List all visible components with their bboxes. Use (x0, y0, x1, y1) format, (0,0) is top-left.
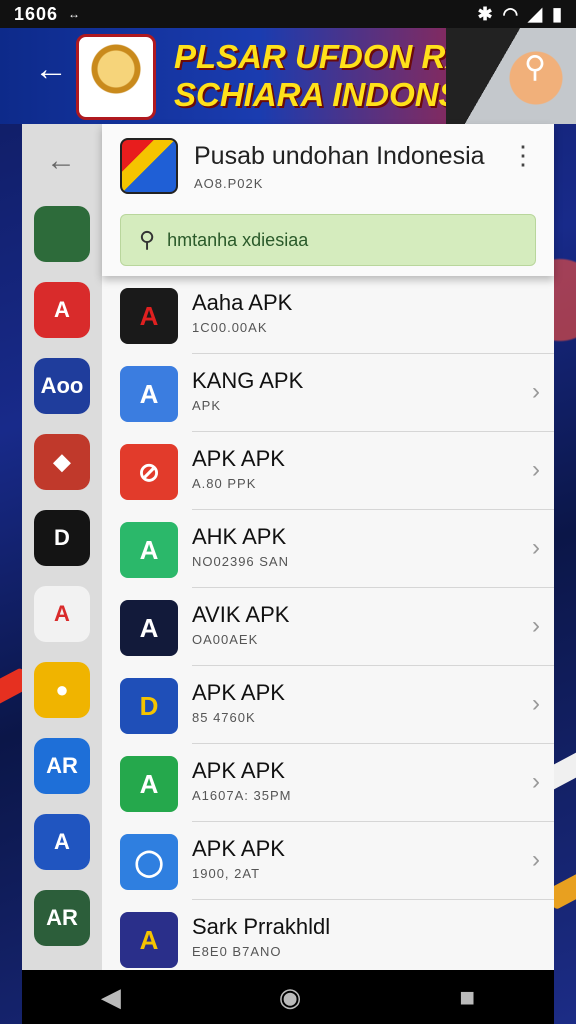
app-name: APK APK (192, 446, 285, 471)
nav-home-icon[interactable]: ◉ (279, 982, 302, 1013)
battery-icon: ▮ (552, 3, 562, 24)
app-meta: 1C00.00AK (192, 320, 268, 335)
header-card: Pusab undohan Indonesia AO8.P02K ⋮ ⚲ (102, 124, 554, 276)
app-meta: NO02396 SAN (192, 554, 289, 569)
apk-list-panel: Pusab undohan Indonesia AO8.P02K ⋮ ⚲ A Aa… (102, 124, 554, 978)
app-name: APK APK (192, 680, 285, 705)
app-icon: A (120, 288, 178, 344)
list-item[interactable]: A Sark Prrakhldl E8E0 B7ANO (120, 900, 554, 978)
app-icon: A (120, 912, 178, 968)
app-name: AHK APK (192, 524, 287, 549)
app-meta: 1900, 2AT (192, 866, 261, 881)
list-item[interactable]: A AHK APK NO02396 SAN › (120, 510, 554, 588)
app-icon: A (120, 522, 178, 578)
app-name: Aaha APK (192, 290, 293, 315)
recent-app-icon[interactable]: Aoo (34, 358, 90, 414)
page-subtitle: AO8.P02K (194, 176, 264, 191)
app-meta: APK (192, 398, 222, 413)
back-arrow-icon[interactable]: ← (34, 52, 68, 86)
app-icon: D (120, 678, 178, 734)
app-meta: A.80 PPK (192, 476, 257, 491)
banner-photo (446, 28, 576, 124)
recent-app-icon[interactable] (34, 206, 90, 262)
app-icon: A (120, 600, 178, 656)
system-nav-bar: ◀ ◉ ■ (22, 970, 554, 1024)
list-item[interactable]: A AVIK APK OA00AEK › (120, 588, 554, 666)
status-time: 1606 (14, 3, 59, 24)
list-item[interactable]: A APK APK A1607A: 35PM › (120, 744, 554, 822)
wifi-icon: ◠ (502, 3, 519, 24)
nav-recents-icon[interactable]: ■ (459, 982, 475, 1013)
recent-app-icon[interactable]: A (34, 814, 90, 870)
app-meta: 85 4760K (192, 710, 256, 725)
app-name: APK APK (192, 758, 285, 783)
list-item[interactable]: A KANG APK APK › (120, 354, 554, 432)
chevron-right-icon[interactable]: › (532, 612, 540, 640)
chevron-right-icon[interactable]: › (532, 378, 540, 406)
nav-back-icon[interactable]: ◀ (101, 982, 121, 1013)
app-icon: A (120, 756, 178, 812)
recent-app-icon[interactable]: A (34, 586, 90, 642)
chevron-right-icon[interactable]: › (532, 846, 540, 874)
list-item[interactable]: ◯ APK APK 1900, 2AT › (120, 822, 554, 900)
app-meta: E8E0 B7ANO (192, 944, 282, 959)
status-bar: 1606 ↔ ✱ ◠ ◢ ▮ (0, 0, 576, 28)
chevron-right-icon[interactable]: › (532, 456, 540, 484)
recent-app-icon[interactable]: A (34, 282, 90, 338)
chevron-right-icon[interactable]: › (532, 690, 540, 718)
app-name: AVIK APK (192, 602, 290, 627)
app-name: KANG APK (192, 368, 304, 393)
app-name: Sark Prrakhldl (192, 914, 331, 939)
chevron-right-icon[interactable]: › (532, 768, 540, 796)
app-banner: PLSAR UFDON RAN SCHIARA INDONSIA ← ⚲ (0, 28, 576, 124)
app-icon: ◯ (120, 834, 178, 890)
garuda-emblem (76, 34, 156, 120)
app-logo-icon[interactable] (120, 138, 178, 194)
status-extra: ↔ (68, 7, 81, 21)
recent-app-icon[interactable]: AR (34, 738, 90, 794)
list-item[interactable]: A Aaha APK 1C00.00AK (120, 276, 554, 354)
app-name: APK APK (192, 836, 285, 861)
recent-apps-rail: ← A Aoo ◆ D A ● AR A AR (22, 124, 102, 970)
app-meta: OA00AEK (192, 632, 259, 647)
recent-app-icon[interactable]: D (34, 510, 90, 566)
app-meta: A1607A: 35PM (192, 788, 292, 803)
search-icon: ⚲ (139, 227, 156, 252)
app-icon: A (120, 366, 178, 422)
page-title: Pusab undohan Indonesia (194, 142, 485, 170)
signal-icon: ◢ (528, 3, 543, 24)
list-item[interactable]: D APK APK 85 4760K › (120, 666, 554, 744)
recent-app-icon[interactable]: ● (34, 662, 90, 718)
back-arrow-icon[interactable]: ← (46, 144, 76, 178)
search-icon[interactable]: ⚲ (524, 50, 546, 85)
apk-list: A Aaha APK 1C00.00AK A KANG APK APK › ⊘ APK APK A… (102, 276, 554, 978)
chevron-right-icon[interactable]: › (532, 534, 540, 562)
more-vert-icon[interactable]: ⋮ (510, 142, 536, 168)
search-input[interactable] (167, 229, 498, 251)
app-icon: ⊘ (120, 444, 178, 500)
recent-app-icon[interactable]: AR (34, 890, 90, 946)
recent-app-icon[interactable]: ◆ (34, 434, 90, 490)
search-field[interactable]: ⚲ (120, 214, 536, 266)
list-item[interactable]: ⊘ APK APK A.80 PPK › (120, 432, 554, 510)
bluetooth-icon: ✱ (477, 3, 493, 24)
